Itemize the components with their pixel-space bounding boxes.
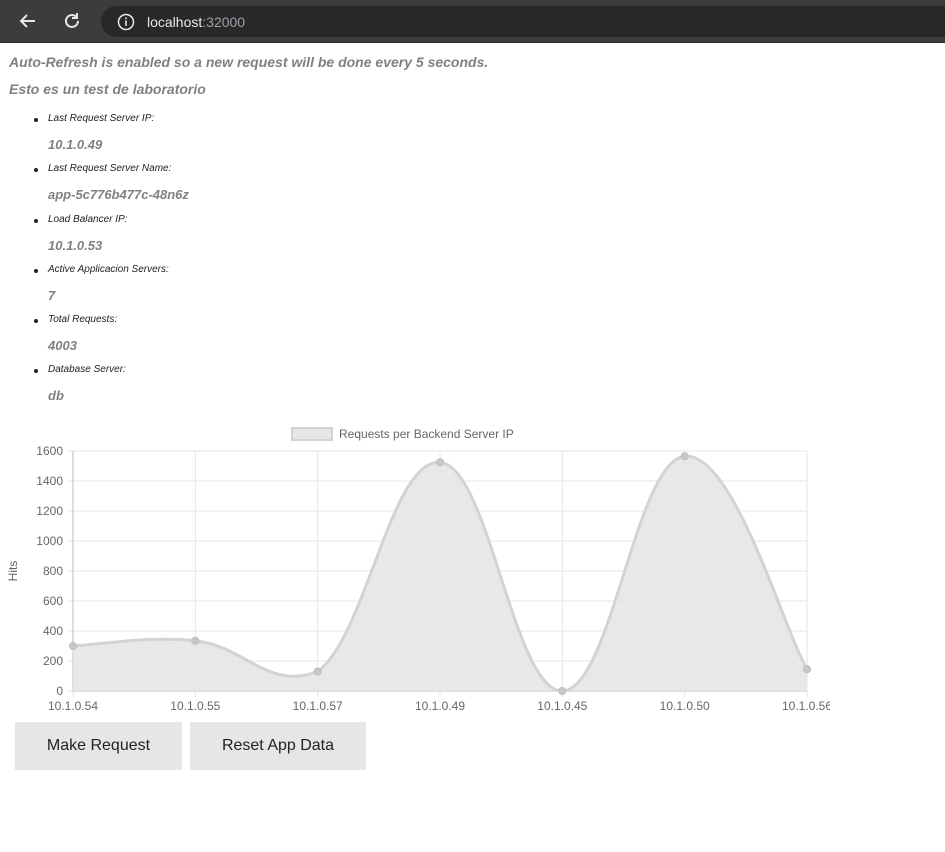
item-value: app-5c776b477c-48n6z <box>48 187 189 202</box>
series-area <box>73 456 807 691</box>
bullet <box>34 369 38 373</box>
data-point <box>313 667 322 676</box>
item-label: Last Request Server IP: <box>48 113 155 124</box>
item-value: db <box>48 388 64 403</box>
x-tick-label: 10.1.0.49 <box>415 699 465 713</box>
data-point <box>680 452 689 461</box>
bullet <box>34 219 38 223</box>
bullet <box>34 319 38 323</box>
y-tick-label: 1400 <box>36 474 63 488</box>
item-value: 10.1.0.49 <box>48 137 103 152</box>
reload-icon[interactable] <box>60 9 84 33</box>
x-tick-label: 10.1.0.50 <box>660 699 710 713</box>
bullet <box>34 118 38 122</box>
item-label: Total Requests: <box>48 314 118 325</box>
back-arrow-icon[interactable] <box>16 9 40 33</box>
x-tick-label: 10.1.0.55 <box>170 699 220 713</box>
page-subtitle: Esto es un test de laboratorio <box>9 81 206 97</box>
item-label: Database Server: <box>48 364 126 375</box>
legend-swatch <box>291 427 333 441</box>
legend-label: Requests per Backend Server IP <box>339 427 514 441</box>
item-label: Load Balancer IP: <box>48 214 128 225</box>
x-tick-label: 10.1.0.57 <box>293 699 343 713</box>
y-tick-label: 800 <box>43 564 63 578</box>
y-tick-label: 600 <box>43 594 63 608</box>
requests-chart: 0 200 400 600 800 1000 1200 1400 1600 10.1.0.54 10… <box>6 427 830 713</box>
data-point <box>191 636 200 645</box>
url-host: localhost <box>147 13 203 30</box>
item-label: Last Request Server Name: <box>48 163 172 174</box>
item-value: 4003 <box>48 338 77 353</box>
x-tick-label: 10.1.0.45 <box>537 699 587 713</box>
y-tick-label: 1000 <box>36 534 63 548</box>
item-value: 7 <box>48 288 56 303</box>
item-label: Active Applicacion Servers: <box>48 264 169 275</box>
item-value: 10.1.0.53 <box>48 238 103 253</box>
y-tick-label: 0 <box>56 684 63 698</box>
data-point <box>558 687 567 695</box>
y-tick-label: 1600 <box>36 444 63 458</box>
browser-toolbar: localhost:32000 <box>0 0 945 43</box>
data-point <box>69 642 77 650</box>
x-tick-label: 10.1.0.56 <box>782 699 830 713</box>
address-bar[interactable]: localhost:32000 <box>101 6 945 37</box>
data-point <box>436 458 444 467</box>
url-port: :32000 <box>202 13 246 30</box>
y-axis-label: Hits <box>6 561 20 582</box>
y-tick-label: 1200 <box>36 504 63 518</box>
auto-refresh-message: Auto-Refresh is enabled so a new request… <box>9 54 489 70</box>
x-tick-label: 10.1.0.54 <box>48 699 98 713</box>
data-point <box>803 665 811 674</box>
bullet <box>34 168 38 172</box>
y-tick-label: 200 <box>43 654 63 668</box>
y-tick-label: 400 <box>43 624 63 638</box>
site-info-icon[interactable] <box>117 13 135 31</box>
url-text: localhost:32000 <box>147 14 245 30</box>
make-request-button[interactable]: Make Request <box>15 722 182 770</box>
bullet <box>34 269 38 273</box>
reset-app-data-button[interactable]: Reset App Data <box>190 722 366 770</box>
